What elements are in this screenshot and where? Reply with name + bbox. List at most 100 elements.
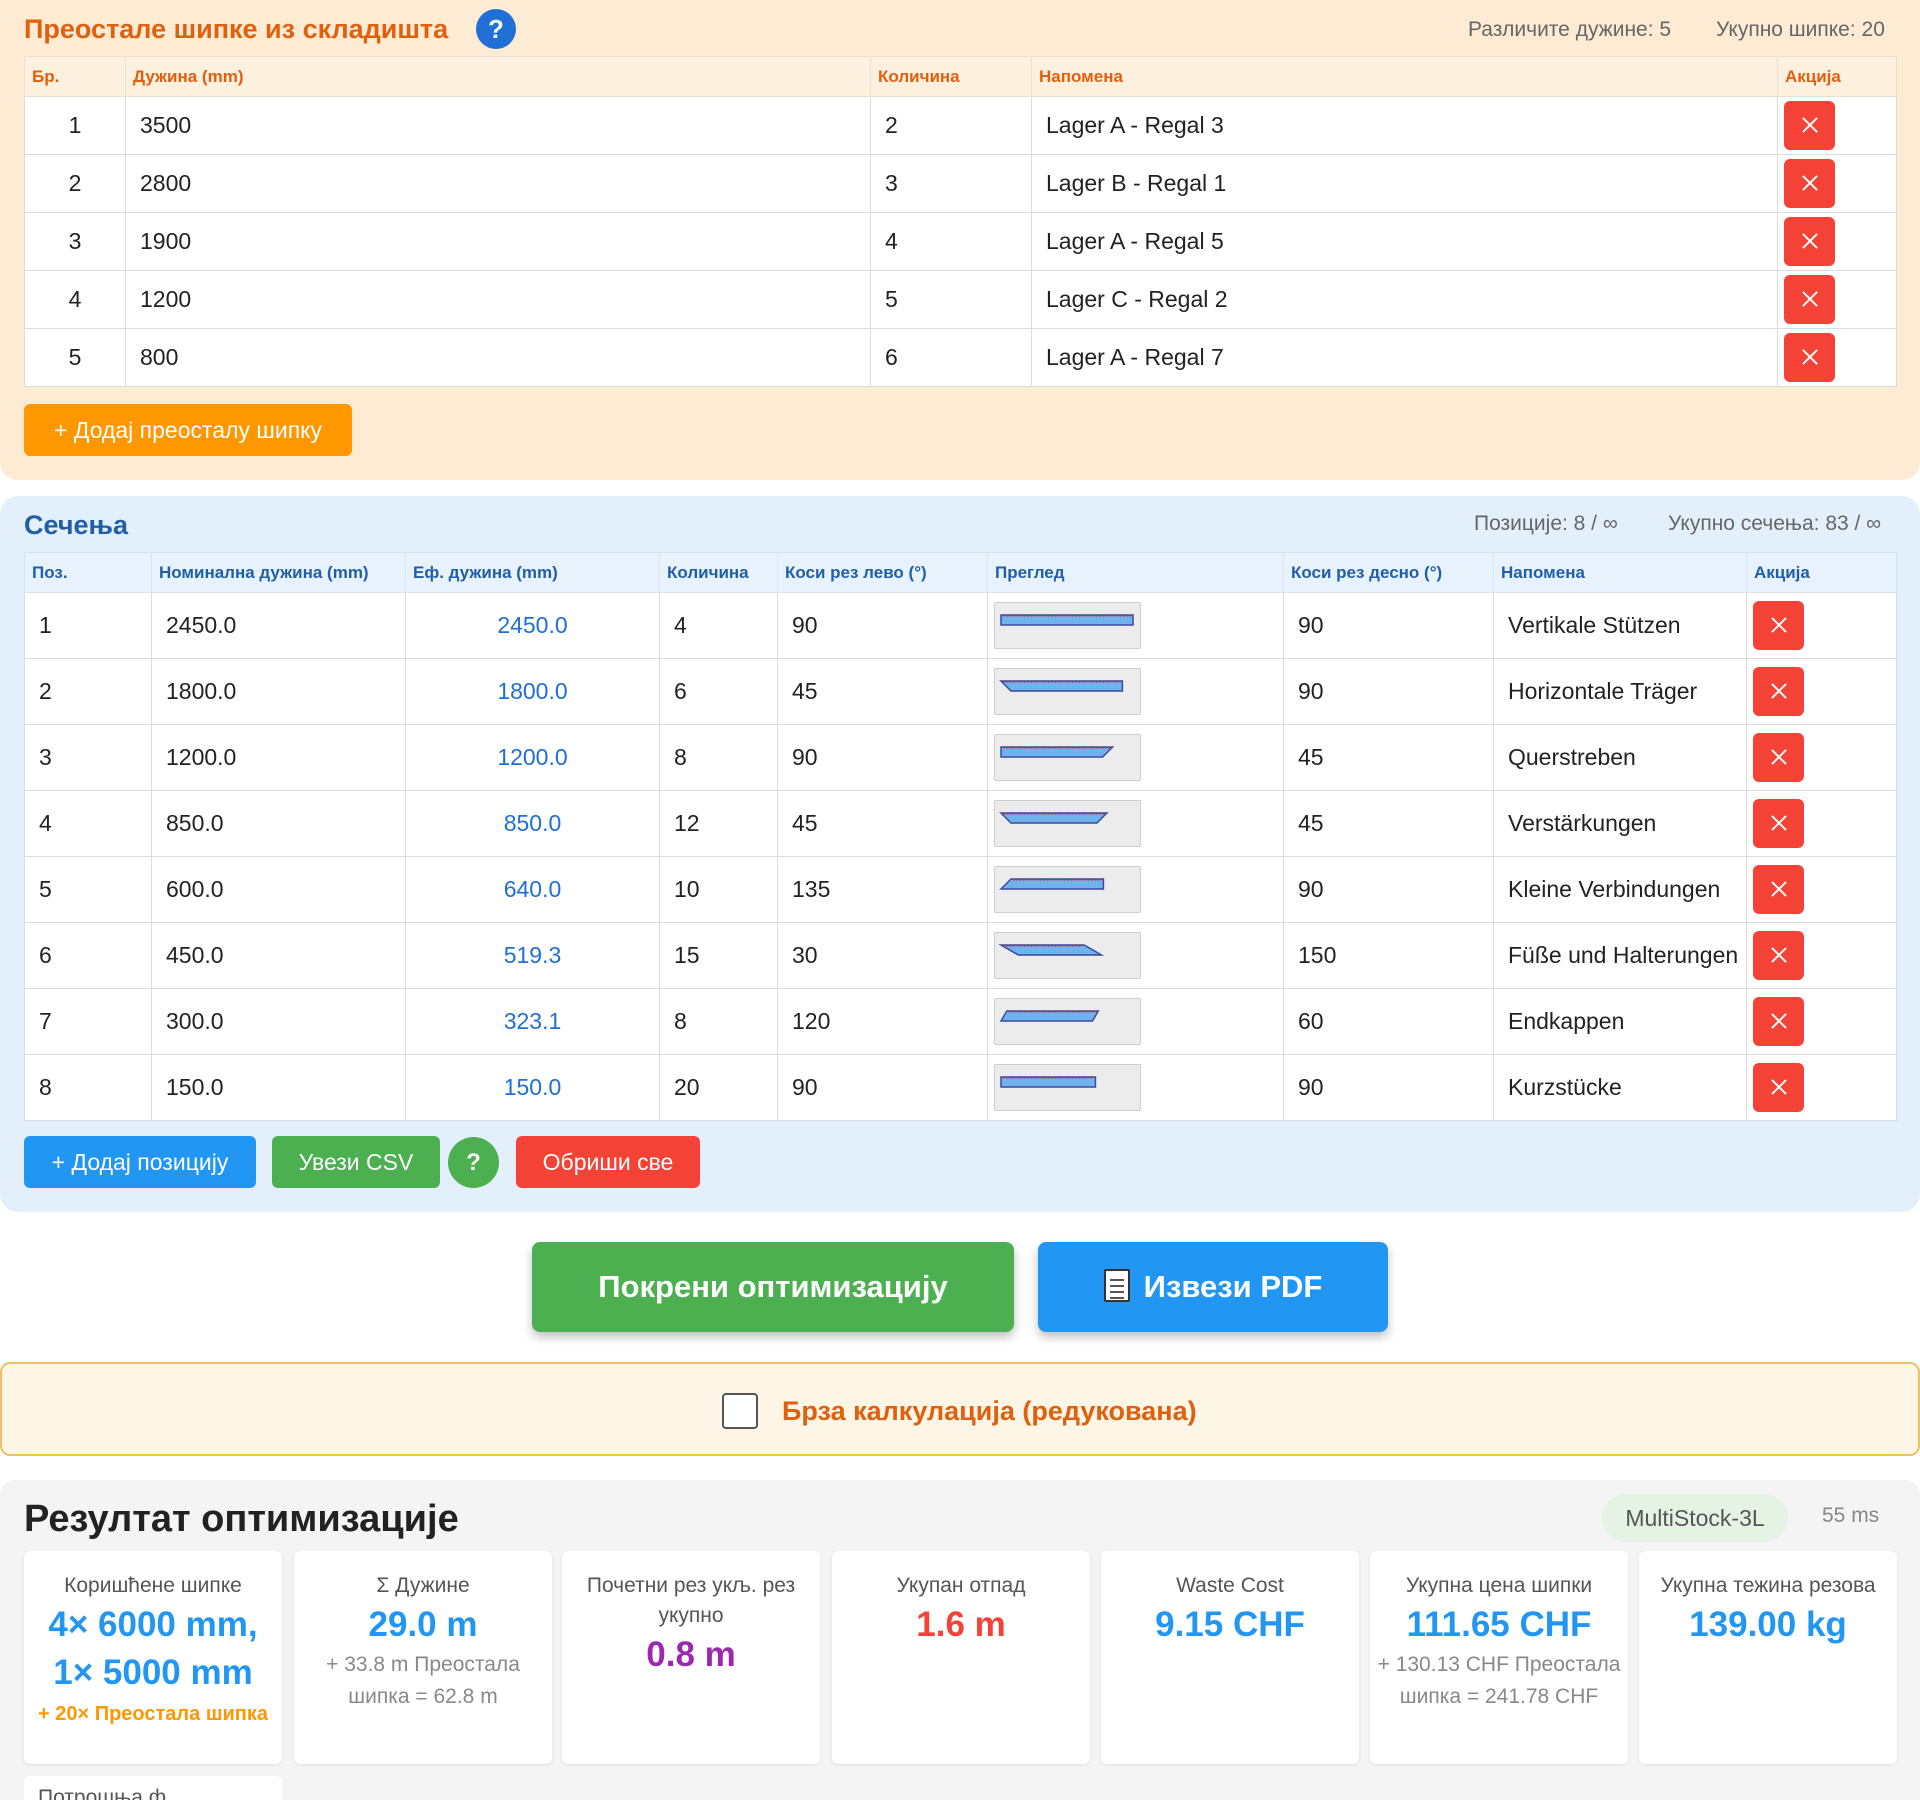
close-icon[interactable] <box>1753 799 1804 848</box>
table-row: 1 3500 2 Lager A - Regal 3 <box>24 96 1897 155</box>
right-angle-input[interactable]: 90 <box>1283 856 1494 923</box>
note-input[interactable]: Kleine Verbindungen <box>1493 856 1747 923</box>
length-input[interactable]: 1900 <box>125 212 871 271</box>
nominal-length-input[interactable]: 150.0 <box>151 1054 406 1121</box>
nominal-length-input[interactable]: 300.0 <box>151 988 406 1055</box>
quantity-input[interactable]: 6 <box>659 658 778 725</box>
note-input[interactable]: Querstreben <box>1493 724 1747 791</box>
quantity-input[interactable]: 5 <box>870 270 1032 329</box>
note-input[interactable]: Kurzstücke <box>1493 1054 1747 1121</box>
left-angle-input[interactable]: 45 <box>777 658 988 725</box>
stock-table: Бр. Дужина (mm) Количина Напомена Акција… <box>24 56 1897 387</box>
note-input[interactable]: Lager B - Regal 1 <box>1031 154 1778 213</box>
close-icon[interactable] <box>1753 865 1804 914</box>
cuts-stat-total: Укупно сечења: 83 / ∞ <box>1668 512 1882 535</box>
nominal-length-input[interactable]: 850.0 <box>151 790 406 857</box>
document-icon <box>1103 1269 1130 1302</box>
position-number: 5 <box>24 856 152 923</box>
cut-preview <box>994 734 1141 781</box>
note-input[interactable]: Lager A - Regal 5 <box>1031 212 1778 271</box>
length-input[interactable]: 800 <box>125 328 871 387</box>
help-icon[interactable]: ? <box>476 9 516 49</box>
action-cell <box>1746 592 1897 659</box>
column-header: Дужина (mm) <box>125 56 871 97</box>
cuts-stat-positions: Позиције: 8 / ∞ <box>1474 512 1618 535</box>
note-input[interactable]: Lager A - Regal 7 <box>1031 328 1778 387</box>
nominal-length-input[interactable]: 2450.0 <box>151 592 406 659</box>
note-input[interactable]: Endkappen <box>1493 988 1747 1055</box>
close-icon[interactable] <box>1784 217 1835 266</box>
note-input[interactable]: Verstärkungen <box>1493 790 1747 857</box>
left-angle-input[interactable]: 90 <box>777 724 988 791</box>
note-input[interactable]: Vertikale Stützen <box>1493 592 1747 659</box>
effective-length: 1200.0 <box>405 724 660 791</box>
close-icon[interactable] <box>1753 601 1804 650</box>
column-header: Еф. дужина (mm) <box>405 552 660 593</box>
length-input[interactable]: 1200 <box>125 270 871 329</box>
left-angle-input[interactable]: 120 <box>777 988 988 1055</box>
quantity-input[interactable]: 4 <box>659 592 778 659</box>
quick-calc-checkbox[interactable] <box>722 1393 758 1429</box>
right-angle-input[interactable]: 45 <box>1283 724 1494 791</box>
close-icon[interactable] <box>1784 275 1835 324</box>
quantity-input[interactable]: 15 <box>659 922 778 989</box>
note-input[interactable]: Lager C - Regal 2 <box>1031 270 1778 329</box>
right-angle-input[interactable]: 90 <box>1283 1054 1494 1121</box>
left-angle-input[interactable]: 135 <box>777 856 988 923</box>
note-input[interactable]: Horizontale Träger <box>1493 658 1747 725</box>
preview-cell <box>987 790 1284 857</box>
quantity-input[interactable]: 6 <box>870 328 1032 387</box>
length-input[interactable]: 2800 <box>125 154 871 213</box>
quantity-input[interactable]: 8 <box>659 724 778 791</box>
close-icon[interactable] <box>1784 101 1835 150</box>
close-icon[interactable] <box>1753 1063 1804 1112</box>
left-angle-input[interactable]: 90 <box>777 592 988 659</box>
add-stock-button[interactable]: + Додај преосталу шипку <box>24 404 352 456</box>
action-cell <box>1777 212 1897 271</box>
right-angle-input[interactable]: 60 <box>1283 988 1494 1055</box>
add-position-button[interactable]: + Додај позицију <box>24 1136 256 1188</box>
nominal-length-input[interactable]: 450.0 <box>151 922 406 989</box>
run-optimization-button[interactable]: Покрени оптимизацију <box>532 1242 1014 1332</box>
quantity-input[interactable]: 8 <box>659 988 778 1055</box>
note-input[interactable]: Füße und Halterungen <box>1493 922 1747 989</box>
right-angle-input[interactable]: 150 <box>1283 922 1494 989</box>
quantity-input[interactable]: 4 <box>870 212 1032 271</box>
nominal-length-input[interactable]: 600.0 <box>151 856 406 923</box>
right-angle-input[interactable]: 90 <box>1283 592 1494 659</box>
position-number: 8 <box>24 1054 152 1121</box>
close-icon[interactable] <box>1784 159 1835 208</box>
left-angle-input[interactable]: 30 <box>777 922 988 989</box>
stock-title: Преостале шипке из складишта <box>24 14 449 44</box>
close-icon[interactable] <box>1753 733 1804 782</box>
quantity-input[interactable]: 20 <box>659 1054 778 1121</box>
row-number: 1 <box>24 96 126 155</box>
card-sub: + 33.8 m Преостала шипка = 62.8 m <box>326 1653 520 1708</box>
left-angle-input[interactable]: 45 <box>777 790 988 857</box>
import-csv-button[interactable]: Увези CSV <box>272 1136 440 1188</box>
export-pdf-button[interactable]: Извези PDF <box>1038 1242 1388 1332</box>
close-icon[interactable] <box>1784 333 1835 382</box>
right-angle-input[interactable]: 90 <box>1283 658 1494 725</box>
stock-table-header: Бр. Дужина (mm) Количина Напомена Акција <box>24 56 1897 97</box>
quantity-input[interactable]: 10 <box>659 856 778 923</box>
right-angle-input[interactable]: 45 <box>1283 790 1494 857</box>
close-icon[interactable] <box>1753 931 1804 980</box>
quantity-input[interactable]: 3 <box>870 154 1032 213</box>
quantity-input[interactable]: 2 <box>870 96 1032 155</box>
close-icon[interactable] <box>1753 997 1804 1046</box>
cuts-table-header: Поз. Номинална дужина (mm) Еф. дужина (m… <box>24 552 1897 593</box>
delete-all-button[interactable]: Обриши све <box>516 1136 700 1188</box>
close-icon[interactable] <box>1753 667 1804 716</box>
note-input[interactable]: Lager A - Regal 3 <box>1031 96 1778 155</box>
effective-length: 850.0 <box>405 790 660 857</box>
quantity-input[interactable]: 12 <box>659 790 778 857</box>
action-cell <box>1746 988 1897 1055</box>
left-angle-input[interactable]: 90 <box>777 1054 988 1121</box>
csv-help-button[interactable]: ? <box>448 1137 499 1188</box>
effective-length: 323.1 <box>405 988 660 1055</box>
quick-calc-label[interactable]: Брза калкулација (редукована) <box>782 1396 1197 1427</box>
nominal-length-input[interactable]: 1200.0 <box>151 724 406 791</box>
nominal-length-input[interactable]: 1800.0 <box>151 658 406 725</box>
length-input[interactable]: 3500 <box>125 96 871 155</box>
